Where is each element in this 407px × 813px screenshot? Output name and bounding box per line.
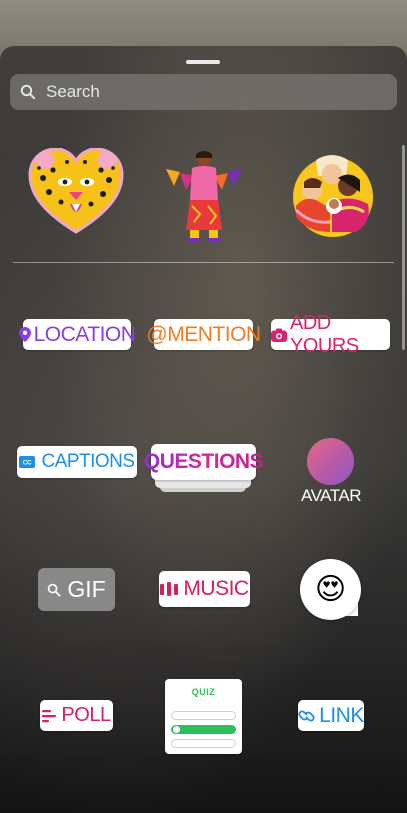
emoji-slider-sticker[interactable]: 😍 <box>300 559 361 620</box>
background-preview <box>0 0 407 50</box>
location-label: LOCATION <box>33 322 136 346</box>
search-icon <box>20 84 36 100</box>
captions-sticker[interactable]: CC CAPTIONS <box>17 446 137 478</box>
audio-bars-icon <box>160 581 180 597</box>
add-yours-sticker[interactable]: ADD YOURS <box>271 312 390 357</box>
search-bar[interactable]: Search <box>10 74 397 110</box>
questions-label: QUESTIONS <box>143 450 264 473</box>
music-label: MUSIC <box>183 577 249 600</box>
quiz-sticker[interactable]: QUIZ <box>165 679 242 754</box>
check-icon <box>173 726 180 733</box>
captions-label: CAPTIONS <box>41 451 135 472</box>
quiz-option-correct <box>171 725 236 734</box>
add-yours-label: ADD YOURS <box>290 311 359 357</box>
link-label: LINK <box>319 703 364 727</box>
quiz-option <box>171 711 236 720</box>
poll-sticker[interactable]: POLL <box>40 700 113 731</box>
mention-sticker[interactable]: @MENTION <box>146 319 261 350</box>
heart-eyes-emoji: 😍 <box>314 571 347 607</box>
music-sticker[interactable]: MUSIC <box>159 571 250 607</box>
scrollbar[interactable] <box>402 145 405 350</box>
svg-text:CC: CC <box>23 460 32 467</box>
location-sticker[interactable]: LOCATION <box>18 319 136 350</box>
questions-sticker[interactable]: QUESTIONS <box>144 444 264 480</box>
location-pin-icon <box>18 327 31 342</box>
quiz-label: QUIZ <box>191 687 216 697</box>
gif-sticker[interactable]: GIF <box>38 568 115 611</box>
hugging-family-sticker[interactable] <box>290 152 375 238</box>
quiz-option <box>171 739 236 748</box>
gif-label: GIF <box>67 576 106 602</box>
section-divider <box>13 262 394 263</box>
camera-icon <box>271 328 287 342</box>
poll-lines-icon <box>42 709 58 723</box>
poll-label: POLL <box>61 704 111 726</box>
leopard-heart-sticker[interactable] <box>27 147 125 234</box>
cc-icon: CC <box>19 456 36 468</box>
mention-label: @MENTION <box>146 322 261 346</box>
link-sticker[interactable]: LINK <box>298 700 364 731</box>
search-placeholder: Search <box>46 82 100 101</box>
drag-handle[interactable] <box>186 60 220 64</box>
avatar-label: AVATAR <box>301 486 361 505</box>
search-icon <box>47 583 61 597</box>
avatar-sticker[interactable] <box>307 438 354 485</box>
link-icon <box>298 709 316 723</box>
bunting-person-sticker[interactable] <box>160 150 248 244</box>
questions-stack-shadow <box>155 479 251 488</box>
